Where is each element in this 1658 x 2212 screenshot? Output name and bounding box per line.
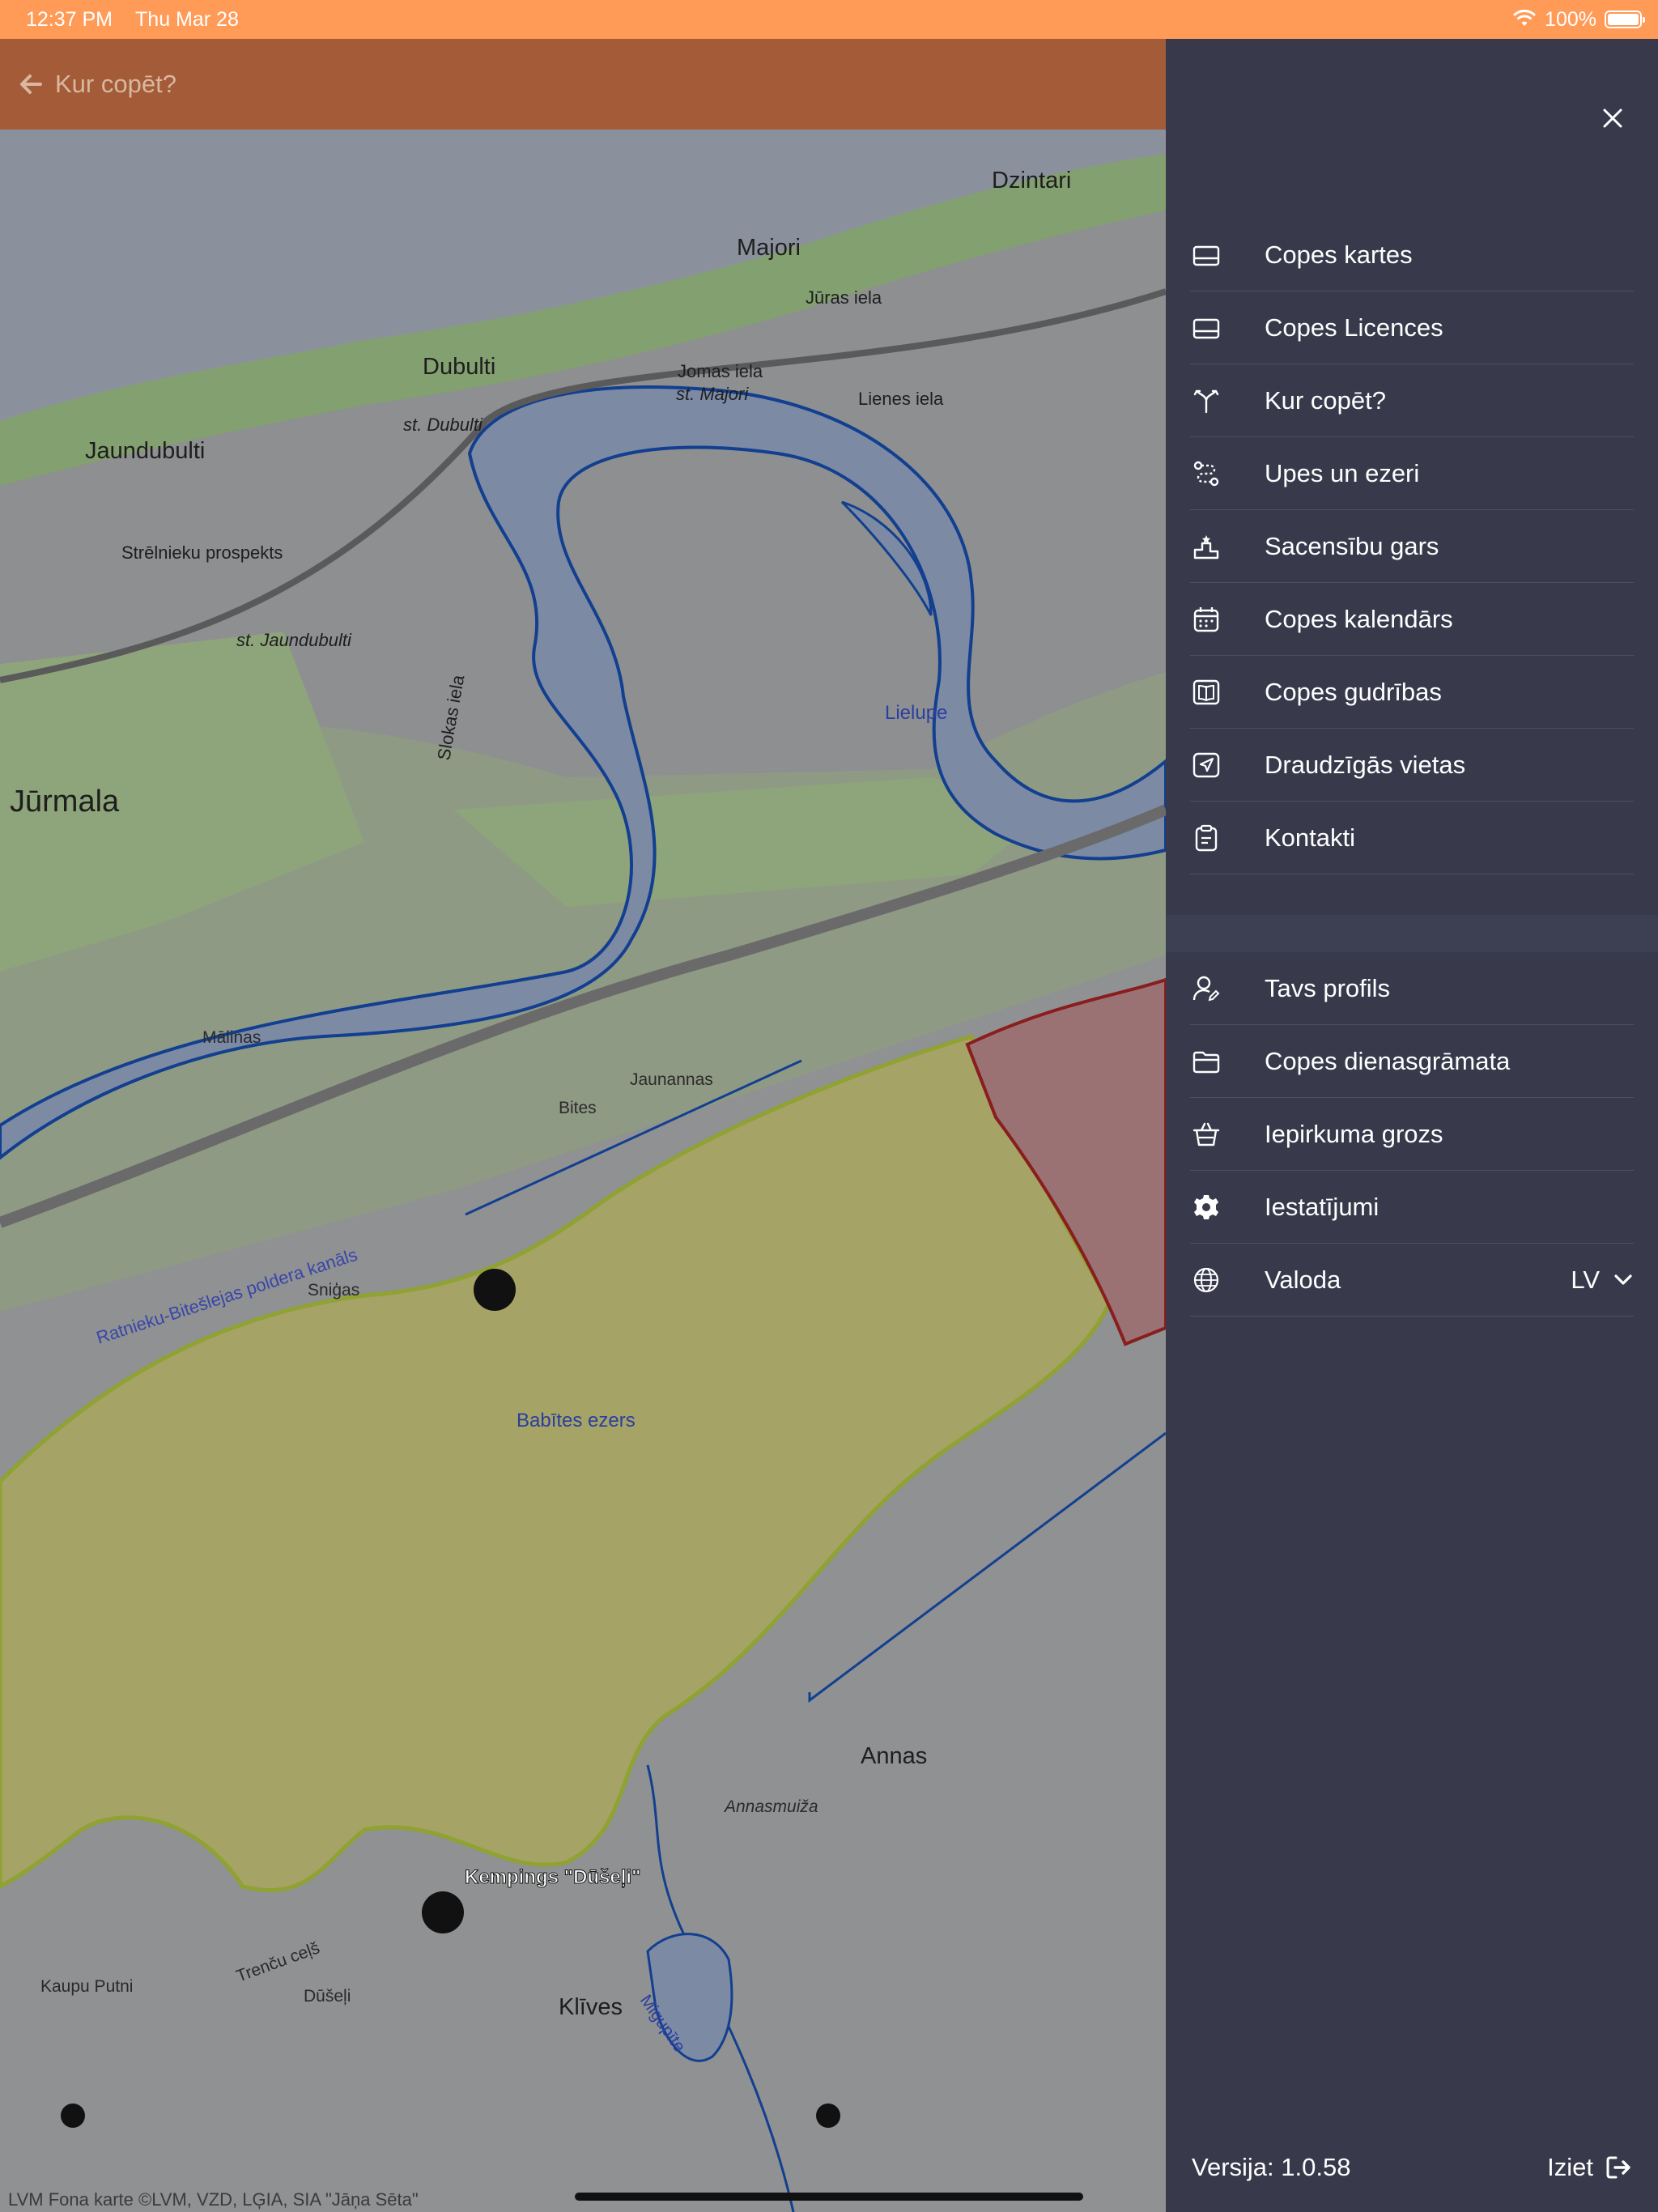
- menu-item-label: Sacensību gars: [1265, 531, 1439, 560]
- account-menu: Tavs profils Copes dienasgrāmata Iepirku…: [1190, 952, 1634, 1317]
- menu-item-kur-copet[interactable]: Kur copēt?: [1190, 364, 1634, 437]
- map-label-klives: Klīves: [559, 1994, 623, 2020]
- map-label-dubulti: Dubulti: [423, 354, 495, 380]
- license-icon: [1190, 312, 1222, 344]
- map-label-st-jaundubulti: st. Jaundubulti: [236, 630, 352, 650]
- menu-item-label: Copes dienasgrāmata: [1265, 1046, 1511, 1075]
- book-icon: [1190, 676, 1222, 708]
- menu-item-copes-licences[interactable]: Copes Licences: [1190, 291, 1634, 364]
- map-label-jaundubulti: Jaundubulti: [85, 438, 205, 464]
- calendar-icon: [1190, 603, 1222, 636]
- map-label-lielupe: Lielupe: [885, 702, 947, 724]
- map-label-jurmala: Jūrmala: [10, 785, 120, 819]
- clipboard-icon: [1190, 822, 1222, 854]
- map-dot-marker[interactable]: [61, 2104, 85, 2128]
- menu-item-kontakti[interactable]: Kontakti: [1190, 802, 1634, 874]
- menu-item-label: Copes gudrības: [1265, 677, 1442, 706]
- menu-item-label: Iepirkuma grozs: [1265, 1119, 1443, 1148]
- map-label-snigas: Sniģas: [308, 1281, 359, 1300]
- menu-item-label: Iestatījumi: [1265, 1192, 1380, 1221]
- logout-icon: [1606, 2156, 1630, 2179]
- app-header: Kur copēt?: [0, 39, 1166, 130]
- map-label-malinas: Mālinas: [202, 1028, 261, 1047]
- menu-item-label: Kontakti: [1265, 823, 1356, 852]
- logout-label: Iziet: [1547, 2153, 1593, 2181]
- drawer-footer: Versija: 1.0.58 Iziet: [1192, 2147, 1632, 2188]
- map-label-bites: Bites: [559, 1099, 597, 1117]
- location-arrow-icon: [1190, 749, 1222, 781]
- map-label-babites-ezers: Babītes ezers: [517, 1410, 636, 1431]
- logout-button[interactable]: Iziet: [1547, 2153, 1632, 2182]
- map-label-jaunannas: Jaunannas: [630, 1070, 713, 1089]
- gear-icon: [1190, 1191, 1222, 1223]
- menu-item-label: Copes kalendārs: [1265, 604, 1453, 633]
- wifi-icon: [1512, 10, 1537, 26]
- map-label-duseli: Dūšeļi: [304, 1987, 351, 2006]
- close-icon: [1603, 108, 1622, 128]
- camping-marker-icon[interactable]: [422, 1891, 464, 1933]
- menu-item-draudzigas-vietas[interactable]: Draudzīgās vietas: [1190, 729, 1634, 802]
- chevron-down-icon: [1614, 1274, 1632, 1285]
- menu-item-sacensibu-gars[interactable]: Sacensību gars: [1190, 510, 1634, 583]
- language-select[interactable]: LV: [1571, 1244, 1634, 1317]
- menu-item-label: Kur copēt?: [1265, 385, 1386, 415]
- route-icon: [1190, 457, 1222, 490]
- language-value: LV: [1571, 1266, 1600, 1294]
- status-date: Thu Mar 28: [135, 7, 239, 31]
- battery-percent: 100%: [1545, 7, 1596, 31]
- status-bar: 12:37 PM Thu Mar 28 100%: [0, 0, 1658, 39]
- boat-marker-icon[interactable]: [474, 1269, 516, 1311]
- page-title: Kur copēt?: [55, 70, 176, 98]
- basket-icon: [1190, 1118, 1222, 1151]
- podium-icon: [1190, 530, 1222, 563]
- menu-item-copes-kartes[interactable]: Copes kartes: [1190, 219, 1634, 291]
- menu-item-iepirkuma-grozs[interactable]: Iepirkuma grozs: [1190, 1098, 1634, 1171]
- main-menu: Copes kartes Copes Licences Kur copēt? U…: [1190, 219, 1634, 874]
- map-label-majori: Majori: [737, 235, 801, 261]
- arrow-left-icon: [20, 74, 42, 94]
- globe-icon: [1190, 1264, 1222, 1296]
- map-canvas[interactable]: Dzintari Majori Dubulti Jaundubulti st. …: [0, 130, 1166, 2212]
- map-label-jomas-iela: Jomas iela: [678, 361, 763, 381]
- map-dot-marker[interactable]: [816, 2104, 840, 2128]
- menu-item-label: Draudzīgās vietas: [1265, 750, 1466, 779]
- menu-item-label: Copes Licences: [1265, 313, 1443, 342]
- status-time: 12:37 PM: [26, 7, 113, 31]
- side-drawer: Copes kartes Copes Licences Kur copēt? U…: [1166, 39, 1658, 2212]
- menu-item-label: Tavs profils: [1265, 973, 1391, 1002]
- map-label-annas: Annas: [861, 1743, 927, 1769]
- menu-item-label: Copes kartes: [1265, 240, 1413, 269]
- status-right: 100%: [1512, 0, 1645, 39]
- map-label-st-majori: st. Majori: [676, 384, 749, 404]
- close-button[interactable]: [1595, 100, 1630, 136]
- folder-icon: [1190, 1045, 1222, 1078]
- menu-divider: [1166, 915, 1658, 952]
- user-edit-icon: [1190, 972, 1222, 1005]
- map-label-annasmuiza: Annasmuiža: [723, 1797, 818, 1816]
- fork-icon: [1190, 385, 1222, 417]
- map-label-st-dubulti: st. Dubulti: [403, 415, 483, 435]
- map-label-kaupu-putni: Kaupu Putni: [40, 1977, 133, 1996]
- menu-item-iestatijumi[interactable]: Iestatījumi: [1190, 1171, 1634, 1244]
- map-label-kempings: Kempings "Dūšeļi": [465, 1866, 640, 1888]
- back-button[interactable]: [13, 66, 49, 102]
- menu-item-upes-un-ezeri[interactable]: Upes un ezeri: [1190, 437, 1634, 510]
- map-label-lienes-iela: Lienes iela: [858, 389, 944, 409]
- menu-item-label: Upes un ezeri: [1265, 458, 1420, 487]
- card-icon: [1190, 239, 1222, 271]
- menu-item-valoda[interactable]: Valoda LV: [1190, 1244, 1634, 1317]
- map-label-strelnieku-prospekts: Strēlnieku prospekts: [121, 542, 283, 563]
- menu-item-tavs-profils[interactable]: Tavs profils: [1190, 952, 1634, 1025]
- battery-icon: [1605, 11, 1645, 28]
- map-view[interactable]: Dzintari Majori Dubulti Jaundubulti st. …: [0, 130, 1166, 2212]
- home-indicator[interactable]: [575, 2193, 1083, 2201]
- menu-item-copes-kalendars[interactable]: Copes kalendārs: [1190, 583, 1634, 656]
- menu-item-label: Valoda: [1265, 1265, 1341, 1294]
- menu-item-copes-dienasgramata[interactable]: Copes dienasgrāmata: [1190, 1025, 1634, 1098]
- map-attribution: LVM Fona karte ©LVM, VZD, LĢIA, SIA "Jāņ…: [8, 2189, 419, 2210]
- menu-item-copes-gudribas[interactable]: Copes gudrības: [1190, 656, 1634, 729]
- map-label-juras-iela: Jūras iela: [806, 287, 882, 308]
- app-version: Versija: 1.0.58: [1192, 2153, 1351, 2181]
- map-label-dzintari: Dzintari: [992, 168, 1071, 194]
